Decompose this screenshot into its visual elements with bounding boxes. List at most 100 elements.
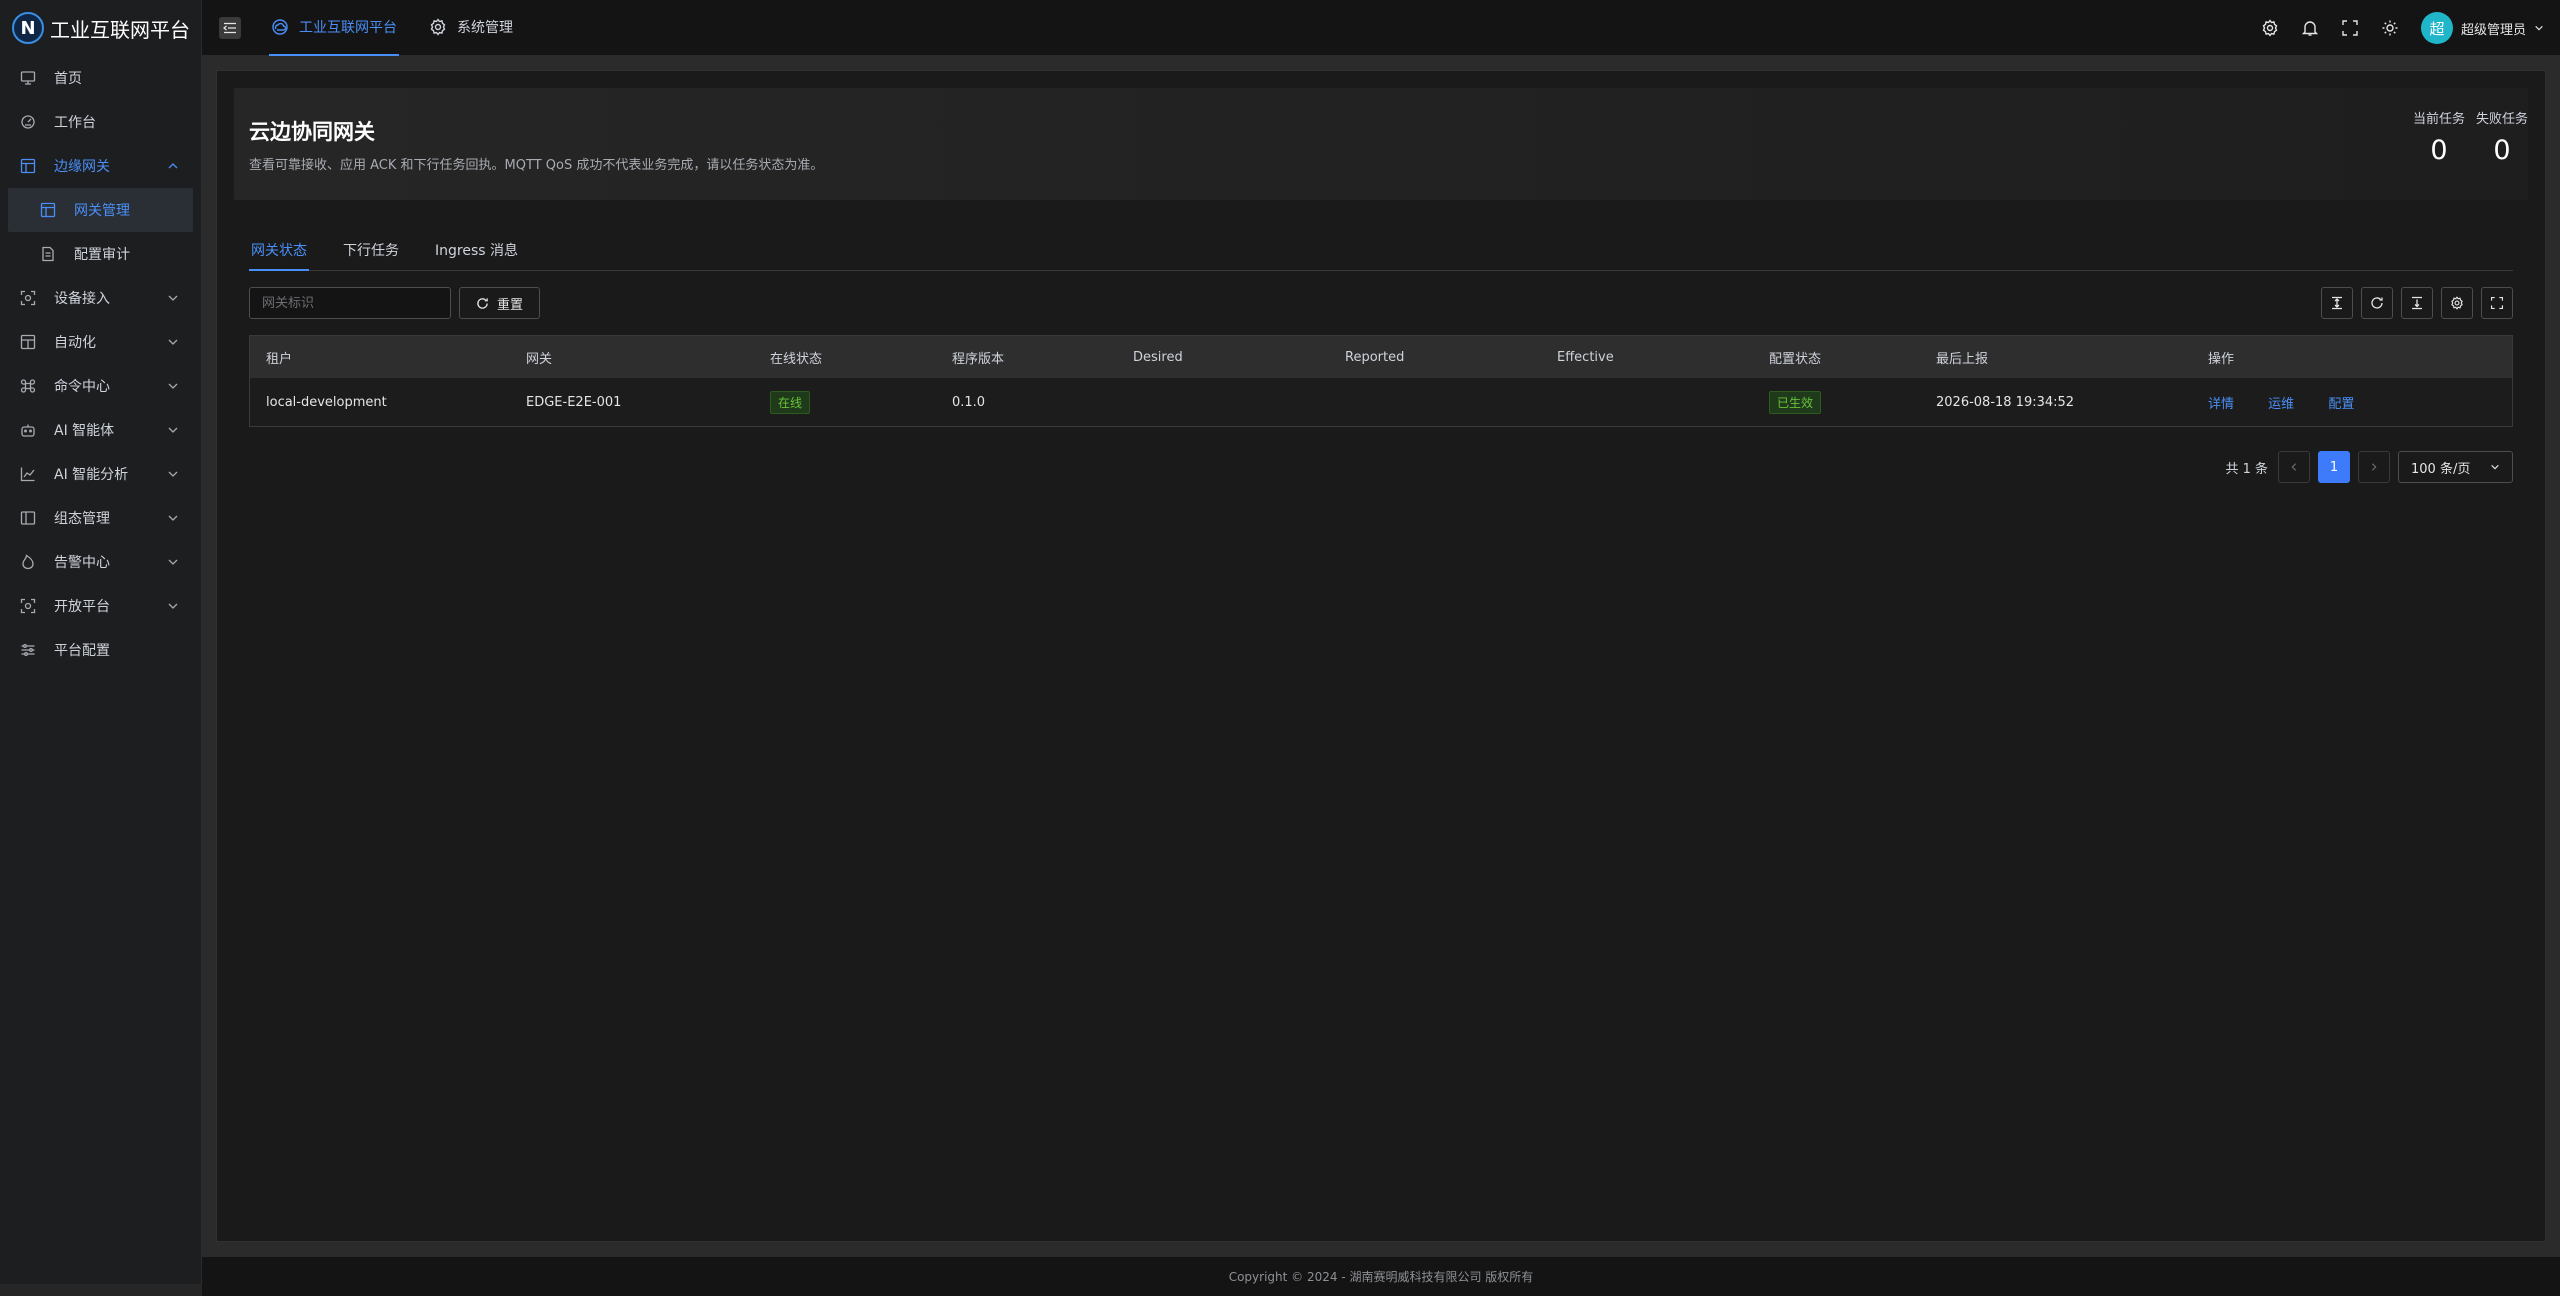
config-link[interactable]: 配置 [2328,397,2354,412]
column-header: 租户 [266,351,293,367]
stat-current-tasks: 当前任务 0 [2413,108,2465,166]
settings-icon[interactable] [2261,19,2279,37]
layout-icon [20,334,36,350]
chevron-down-icon [167,292,179,304]
fullscreen-icon [2490,296,2504,310]
sidebar-item-label: 配置审计 [74,247,130,263]
tab-system-management[interactable]: 系统管理 [427,0,515,56]
column-settings-button[interactable] [2441,287,2473,319]
operations-link[interactable]: 运维 [2268,397,2294,412]
sidebar-item-ai-agent[interactable]: AI 智能体 [0,408,201,452]
gateway-id-input[interactable] [249,287,451,319]
page-size-select[interactable]: 100 条/页 [2398,451,2513,483]
sidebar-scrollbar[interactable] [0,1284,202,1296]
stat-value: 0 [2430,135,2448,166]
sidebar-item-workbench[interactable]: 工作台 [0,100,201,144]
stat-label: 当前任务 [2412,112,2465,127]
gateway-table: 租户 网关 在线状态 程序版本 Desired Reported Effecti… [249,335,2513,427]
density-button[interactable] [2401,287,2433,319]
sun-icon[interactable] [2381,19,2399,37]
gear-icon [2451,296,2463,310]
chevron-down-icon [167,512,179,524]
tab-industrial-platform[interactable]: 工业互联网平台 [269,0,399,56]
status-badge: 已生效 [1769,390,1822,414]
page-number-button[interactable]: 1 [2318,451,2350,483]
refresh-table-button[interactable] [2361,287,2393,319]
tab-label: 系统管理 [457,19,513,36]
sidebar-item-config-audit[interactable]: 配置审计 [0,232,201,276]
sidebar-item-label: 设备接入 [54,291,110,307]
chevron-down-icon [167,424,179,436]
next-page-button[interactable] [2358,451,2390,483]
gear-icon [429,17,447,36]
top-right-actions: 超 超级管理员 [2261,0,2544,56]
density-icon [2412,296,2422,310]
table-row: local-development EDGE-E2E-001 在线 0.1.0 … [250,378,2512,426]
panel-icon [20,510,36,526]
page-size-value: 100 条/页 [2411,461,2471,477]
column-header: Reported [1345,349,1405,365]
column-height-button[interactable] [2321,287,2353,319]
column-header: 在线状态 [770,351,823,367]
user-menu[interactable]: 超 超级管理员 [2420,12,2544,44]
chevron-up-icon [167,160,179,172]
stat-label: 失败任务 [2475,112,2528,127]
brand[interactable]: N 工业互联网平台 [0,0,201,56]
sidebar-item-label: 首页 [54,71,82,87]
sidebar-item-label: 自动化 [54,335,96,351]
column-header: 配置状态 [1769,351,1822,367]
chevron-right-icon [2371,463,2377,471]
chevron-down-icon [167,556,179,568]
submenu-edge-gateway: 网关管理 配置审计 [0,188,201,276]
page-description: 查看可靠接收、应用 ACK 和下行任务回执。MQTT QoS 成功不代表业务完成… [249,158,824,173]
cell-last-report: 2026-08-18 19:34:52 [1936,394,2075,410]
sidebar-item-alarm-center[interactable]: 告警中心 [0,540,201,584]
tab-ingress-messages[interactable]: Ingress 消息 [433,237,520,271]
column-header: 网关 [526,351,553,367]
tab-gateway-status[interactable]: 网关状态 [249,237,309,271]
column-header: 操作 [2208,351,2235,367]
cell-gateway: EDGE-E2E-001 [526,394,622,410]
column-header: Effective [1557,349,1614,365]
fullscreen-table-button[interactable] [2481,287,2513,319]
logo-icon: N [12,12,44,44]
command-icon [20,378,36,394]
sidebar-item-ai-analysis[interactable]: AI 智能分析 [0,452,201,496]
sidebar-item-device-access[interactable]: 设备接入 [0,276,201,320]
fullscreen-icon[interactable] [2341,19,2359,37]
cloud-icon [271,18,289,36]
page-header-card: 云边协同网关 查看可靠接收、应用 ACK 和下行任务回执。MQTT QoS 成功… [234,88,2528,200]
sidebar-item-automation[interactable]: 自动化 [0,320,201,364]
sidebar-item-home[interactable]: 首页 [0,56,201,100]
cell-tenant: local-development [266,394,387,410]
content-tabs: 网关状态 下行任务 Ingress 消息 [249,237,2513,271]
collapse-menu-button[interactable] [219,16,241,39]
table-header: 租户 网关 在线状态 程序版本 Desired Reported Effecti… [250,336,2512,378]
pagination: 共 1 条 1 100 条/页 [2225,451,2513,483]
tab-downlink-tasks[interactable]: 下行任务 [341,237,401,271]
prev-page-button[interactable] [2278,451,2310,483]
sidebar-item-open-platform[interactable]: 开放平台 [0,584,201,628]
chevron-down-icon [167,336,179,348]
sidebar-item-platform-settings[interactable]: 平台配置 [0,628,201,672]
sidebar-item-label: 开放平台 [54,599,110,615]
sidebar: N 工业互联网平台 首页 工作台 边缘网关 网关管理 配置审计 设备接入 自动化… [0,0,202,1296]
reset-button[interactable]: 重置 [459,287,540,319]
app-title: 工业互联网平台 [50,17,190,42]
top-bar: 工业互联网平台 系统管理 超 超级管理员 [202,0,2560,56]
sidebar-item-edge-gateway[interactable]: 边缘网关 [0,144,201,188]
sidebar-item-label: AI 智能体 [54,423,115,439]
chevron-down-icon [167,380,179,392]
details-link[interactable]: 详情 [2208,397,2234,412]
bell-icon[interactable] [2301,19,2319,37]
chart-line-icon [20,466,36,482]
column-header: Desired [1133,349,1183,365]
cell-config-status: 已生效 [1753,390,1920,414]
scan-icon [20,290,36,306]
sidebar-item-command-center[interactable]: 命令中心 [0,364,201,408]
sliders-icon [20,642,36,658]
sidebar-item-configuration-mgmt[interactable]: 组态管理 [0,496,201,540]
cell-online-status: 在线 [754,390,936,414]
page-title: 云边协同网关 [249,120,375,144]
sidebar-item-gateway-management[interactable]: 网关管理 [8,188,193,232]
